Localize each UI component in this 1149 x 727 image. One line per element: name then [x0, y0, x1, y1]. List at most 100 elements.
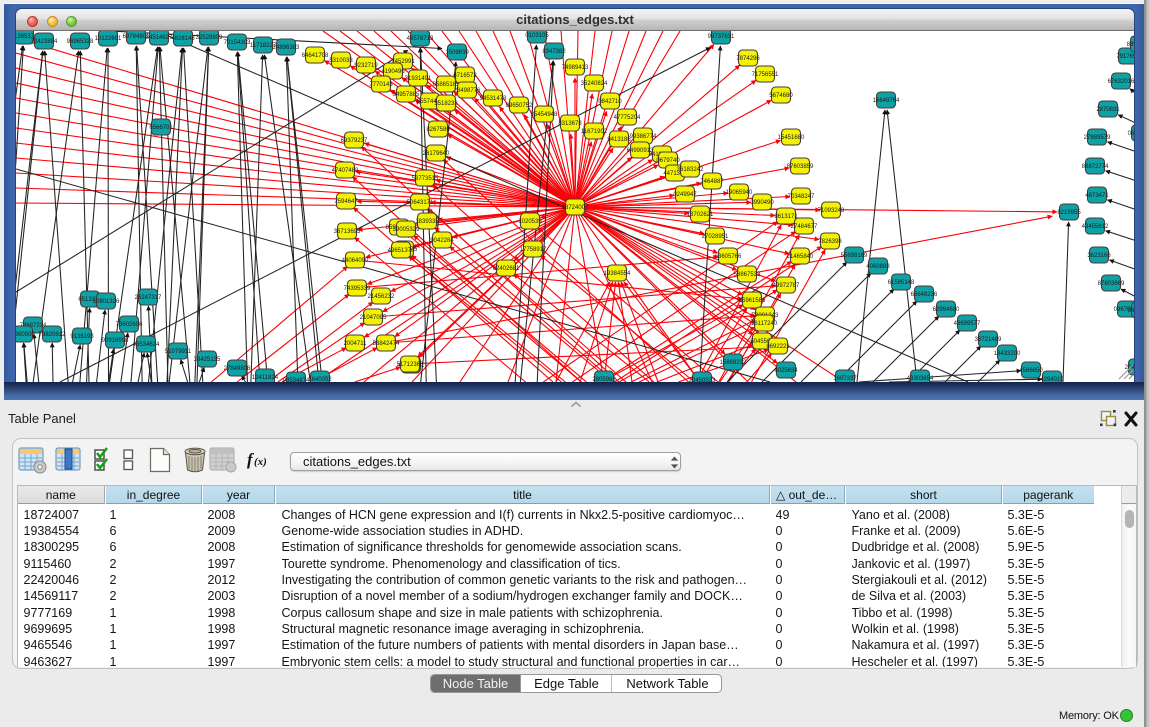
- svg-text:8613171: 8613171: [774, 214, 798, 220]
- svg-text:43455812: 43455812: [1082, 224, 1109, 230]
- svg-text:43534624: 43534624: [133, 342, 160, 348]
- svg-text:0103105: 0103105: [525, 33, 549, 39]
- svg-text:50643171: 50643171: [407, 200, 434, 206]
- svg-text:6025634: 6025634: [774, 368, 798, 374]
- svg-text:27484677: 27484677: [791, 224, 818, 230]
- svg-text:18702621: 18702621: [687, 212, 714, 218]
- svg-text:15869232: 15869232: [720, 360, 747, 366]
- svg-text:70154303: 70154303: [224, 40, 251, 46]
- svg-text:1020539: 1020539: [518, 219, 542, 225]
- svg-text:10122691: 10122691: [95, 36, 122, 42]
- svg-text:34957885: 34957885: [393, 92, 420, 98]
- svg-text:21047095: 21047095: [360, 315, 387, 321]
- svg-text:15451680: 15451680: [778, 135, 805, 141]
- svg-text:8215955: 8215955: [1057, 210, 1081, 216]
- svg-text:4828148: 4828148: [171, 36, 195, 42]
- svg-text:7874296: 7874296: [736, 56, 760, 62]
- svg-text:99737631: 99737631: [708, 34, 735, 40]
- svg-text:70348247: 70348247: [788, 194, 815, 200]
- svg-text:9232719: 9232719: [354, 63, 378, 69]
- svg-text:27028951: 27028951: [702, 234, 729, 240]
- svg-text:8267586: 8267586: [426, 127, 450, 133]
- svg-text:46578713: 46578713: [407, 36, 434, 42]
- svg-text:87603859: 87603859: [787, 164, 814, 170]
- svg-text:5310033: 5310033: [329, 58, 353, 64]
- svg-text:12411824: 12411824: [252, 375, 279, 381]
- svg-text:19065940: 19065940: [726, 190, 753, 196]
- svg-text:(x): (x): [254, 456, 267, 468]
- svg-text:96965328: 96965328: [67, 39, 94, 45]
- svg-text:74989413: 74989413: [562, 65, 589, 71]
- svg-text:49651370: 49651370: [388, 248, 415, 254]
- svg-text:21465840: 21465840: [787, 254, 814, 260]
- svg-text:32528809: 32528809: [196, 35, 223, 41]
- svg-text:58842474: 58842474: [373, 341, 400, 347]
- svg-text:3623166: 3623166: [1087, 253, 1111, 259]
- svg-text:72423884: 72423884: [31, 39, 58, 45]
- svg-text:5674680: 5674680: [769, 93, 793, 99]
- svg-text:90916998: 90916998: [102, 338, 129, 344]
- svg-text:74395339: 74395339: [344, 286, 371, 292]
- svg-text:0980500: 0980500: [16, 332, 35, 338]
- svg-text:4190496: 4190496: [381, 69, 405, 75]
- svg-text:38425135: 38425135: [194, 357, 221, 363]
- svg-text:99386774: 99386774: [630, 134, 657, 140]
- svg-text:8313678: 8313678: [558, 121, 582, 127]
- svg-text:51712368: 51712368: [397, 362, 424, 368]
- svg-text:67632016: 67632016: [1108, 79, 1134, 85]
- svg-text:47775204: 47775204: [614, 115, 641, 121]
- svg-text:43699577: 43699577: [954, 321, 981, 327]
- svg-text:71093248: 71093248: [818, 208, 845, 214]
- svg-text:71756551: 71756551: [752, 72, 779, 78]
- svg-text:13433200: 13433200: [994, 351, 1021, 357]
- svg-text:3990490: 3990490: [750, 200, 774, 206]
- svg-text:3518233: 3518233: [434, 101, 458, 107]
- svg-text:8347382: 8347382: [542, 49, 566, 55]
- svg-text:53773515: 53773515: [412, 176, 439, 182]
- svg-text:1509839: 1509839: [445, 50, 469, 56]
- svg-text:06990162: 06990162: [1128, 308, 1134, 314]
- svg-text:94531473: 94531473: [480, 96, 507, 102]
- svg-text:86872774: 86872774: [1082, 164, 1109, 170]
- svg-text:4873471: 4873471: [1085, 193, 1109, 199]
- svg-text:18724007: 18724007: [562, 205, 589, 211]
- svg-text:27889579: 27889579: [1084, 135, 1111, 141]
- svg-text:55698169: 55698169: [841, 253, 868, 259]
- svg-text:7917693: 7917693: [1116, 54, 1134, 60]
- svg-text:02402681: 02402681: [493, 266, 520, 272]
- svg-text:65648236: 65648236: [911, 292, 938, 298]
- svg-text:2004711: 2004711: [344, 341, 368, 347]
- svg-text:47407482: 47407482: [332, 168, 359, 174]
- svg-text:36183242: 36183242: [677, 167, 704, 173]
- svg-text:4060883: 4060883: [866, 264, 890, 270]
- svg-text:19384554: 19384554: [604, 271, 631, 277]
- svg-text:51079911: 51079911: [165, 349, 192, 355]
- svg-text:9413186: 9413186: [607, 137, 631, 143]
- svg-text:0249947: 0249947: [673, 192, 697, 198]
- svg-text:73602606: 73602606: [116, 322, 143, 328]
- svg-text:49972787: 49972787: [773, 283, 800, 289]
- svg-text:0842710: 0842710: [598, 99, 622, 105]
- svg-text:58867533: 58867533: [734, 272, 761, 278]
- svg-text:7770143: 7770143: [369, 82, 393, 88]
- svg-text:35240824: 35240824: [581, 81, 608, 87]
- svg-text:8692221: 8692221: [766, 344, 790, 350]
- svg-text:24896383: 24896383: [273, 45, 300, 51]
- svg-text:31931491: 31931491: [405, 76, 432, 82]
- svg-text:16648764: 16648764: [873, 98, 900, 104]
- svg-text:99650752: 99650752: [506, 103, 533, 109]
- svg-text:7826398: 7826398: [818, 239, 842, 245]
- svg-text:88937346: 88937346: [1127, 42, 1134, 48]
- svg-text:6716572: 6716572: [453, 73, 477, 79]
- svg-text:9136193: 9136193: [70, 334, 94, 340]
- svg-text:26247317: 26247317: [135, 295, 162, 301]
- svg-text:38721489: 38721489: [975, 337, 1002, 343]
- svg-text:45961586: 45961586: [739, 298, 766, 304]
- svg-text:39005329: 39005329: [393, 227, 420, 233]
- svg-text:44064090: 44064090: [342, 258, 369, 264]
- svg-text:26179640: 26179640: [423, 151, 450, 157]
- svg-text:27849808: 27849808: [224, 366, 251, 372]
- svg-text:35454948: 35454948: [531, 112, 558, 118]
- svg-text:7594647: 7594647: [334, 199, 358, 205]
- svg-text:62994680: 62994680: [933, 307, 960, 313]
